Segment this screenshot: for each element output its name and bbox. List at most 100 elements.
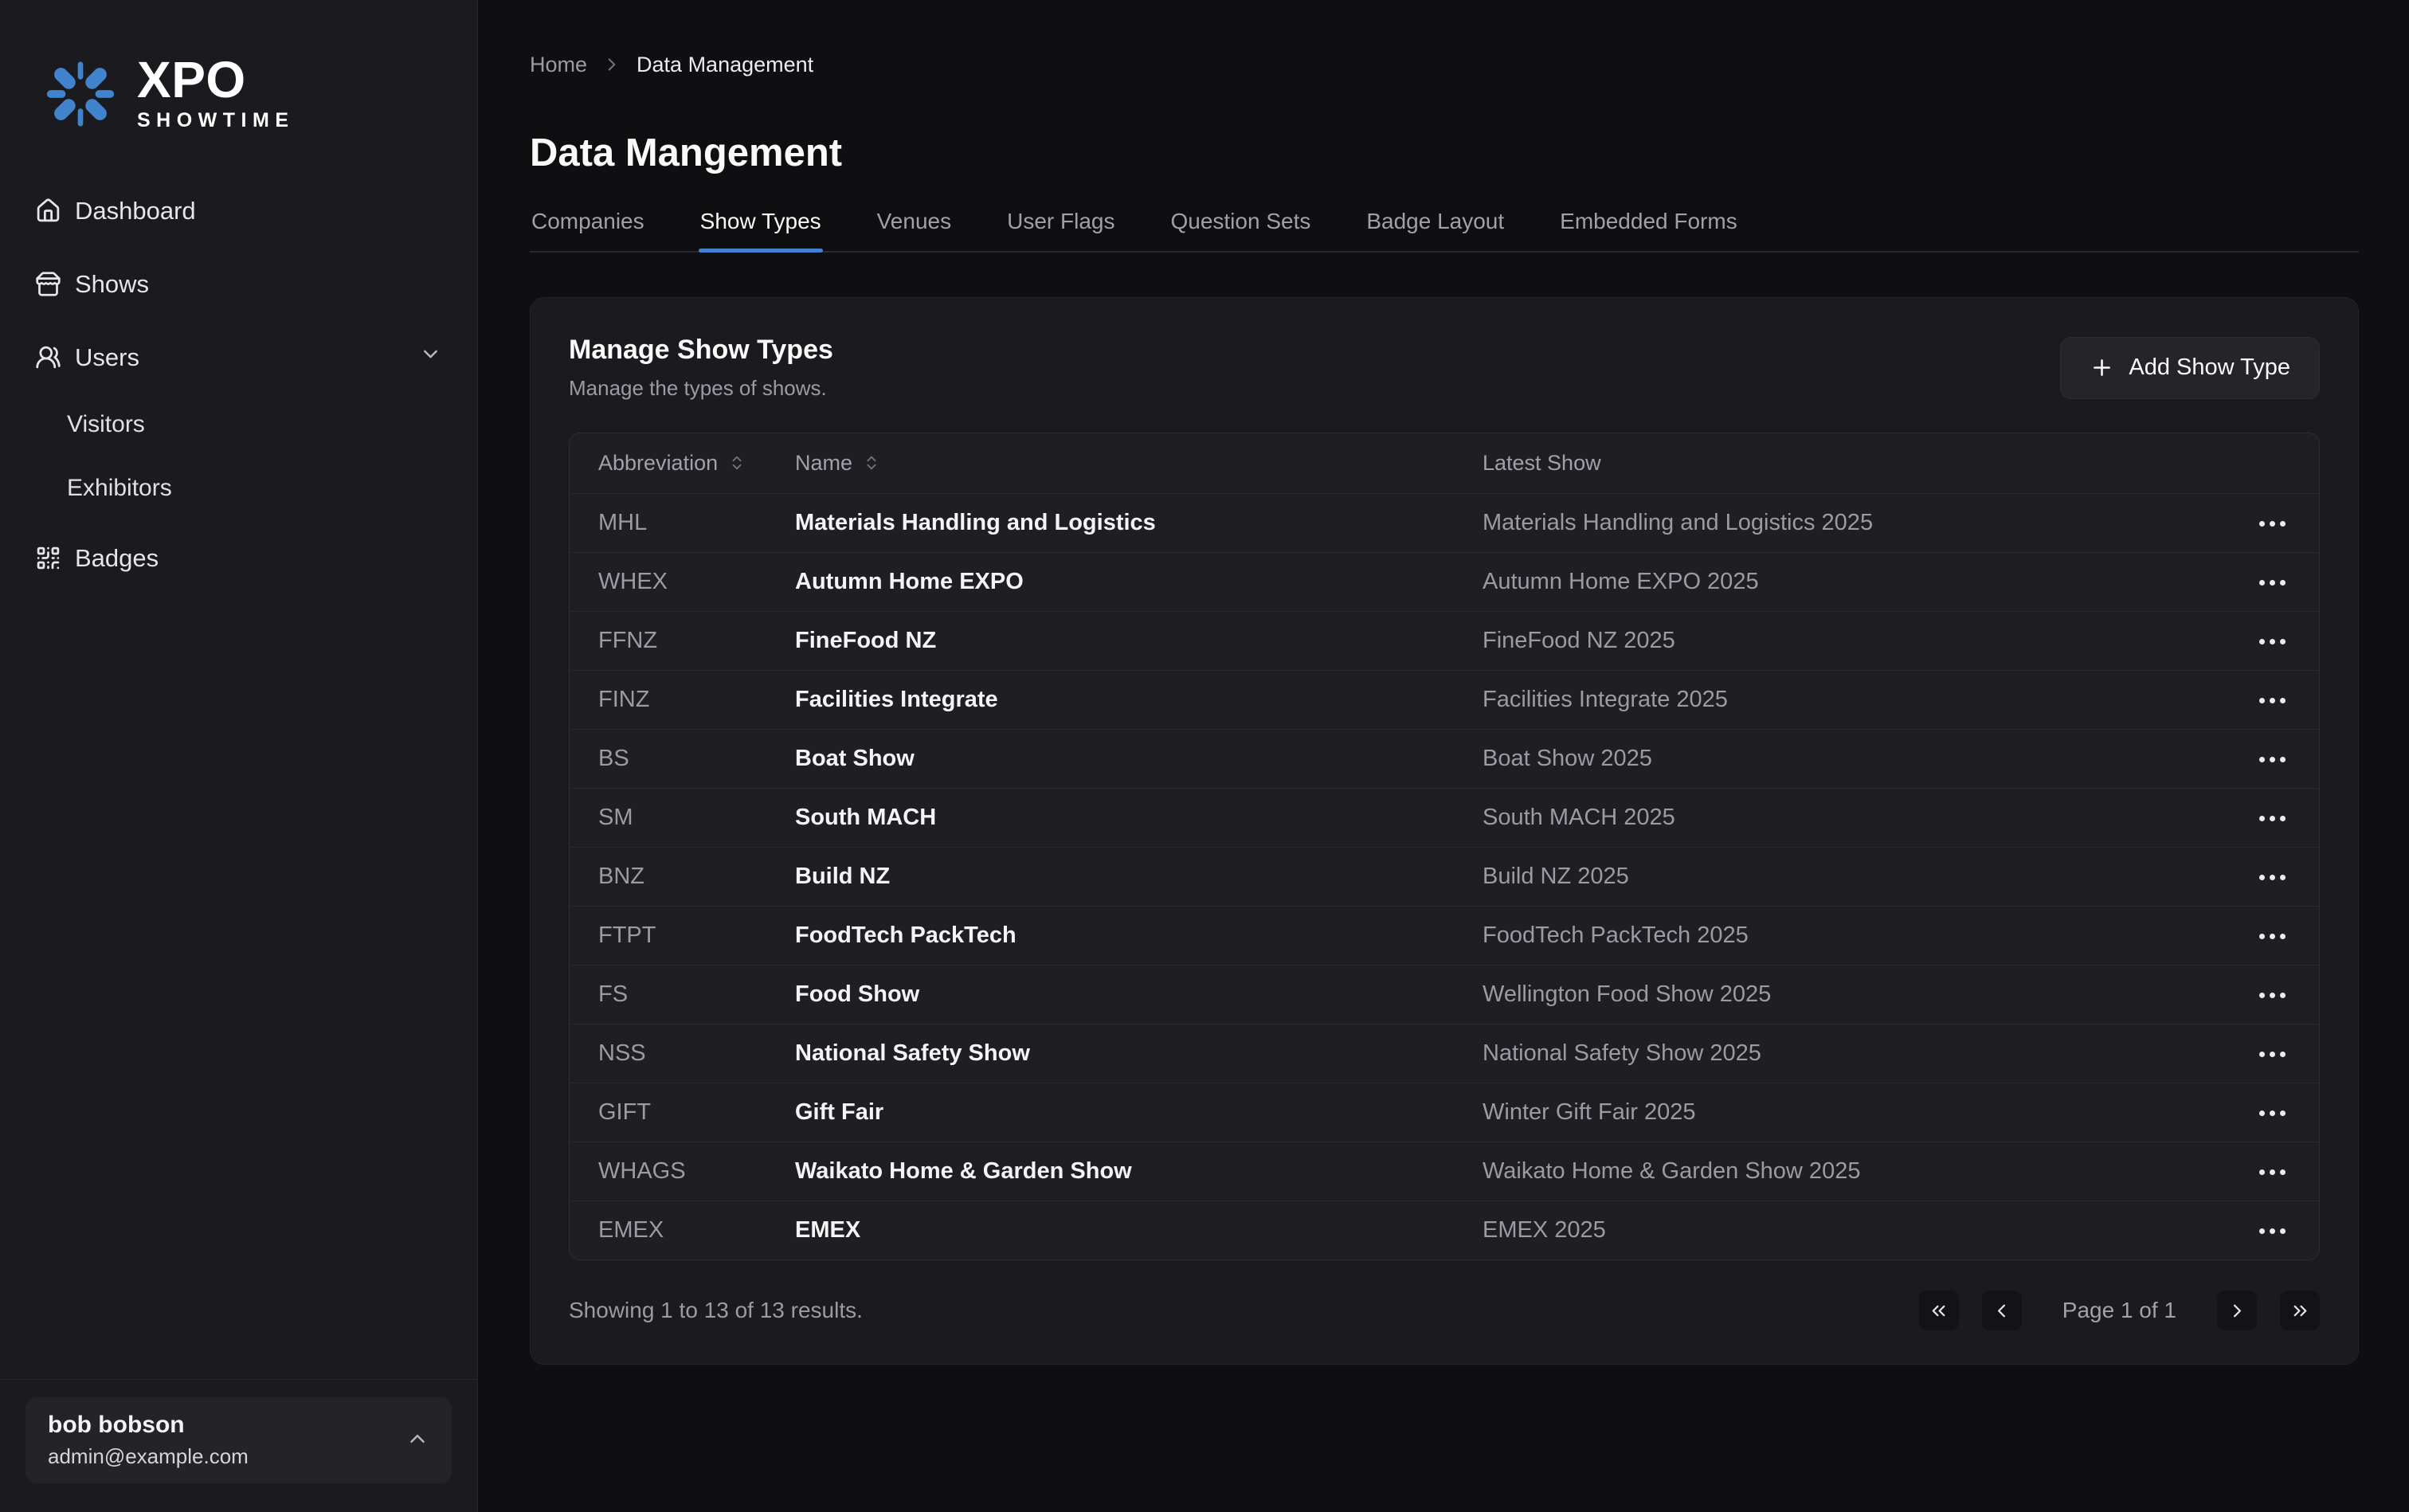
row-actions-button[interactable]	[2246, 977, 2298, 1012]
ellipsis-icon	[2259, 698, 2286, 703]
cell-name: Materials Handling and Logistics	[795, 493, 1483, 552]
cell-actions	[2192, 965, 2319, 1024]
cell-name: Gift Fair	[795, 1083, 1483, 1142]
cell-name: Boat Show	[795, 729, 1483, 788]
logo-title: XPO	[137, 56, 295, 104]
breadcrumb: Home Data Management	[530, 48, 2359, 81]
sidebar-item-dashboard[interactable]: Dashboard	[21, 185, 456, 237]
cell-abbreviation: EMEX	[570, 1201, 795, 1259]
sidebar-item-exhibitors[interactable]: Exhibitors	[53, 464, 456, 513]
row-actions-button[interactable]	[2246, 624, 2298, 658]
cell-latest-show: EMEX 2025	[1483, 1201, 2192, 1259]
row-actions-button[interactable]	[2246, 1213, 2298, 1248]
cell-latest-show: FoodTech PackTech 2025	[1483, 906, 2192, 965]
row-actions-button[interactable]	[2246, 506, 2298, 540]
main-content: Home Data Management Data Mangement Comp…	[479, 0, 2409, 1365]
cell-abbreviation: FFNZ	[570, 611, 795, 670]
tab-companies[interactable]: Companies	[530, 206, 646, 251]
cell-abbreviation: NSS	[570, 1024, 795, 1083]
row-actions-button[interactable]	[2246, 860, 2298, 894]
row-actions-button[interactable]	[2246, 742, 2298, 776]
chevron-down-icon	[419, 343, 442, 372]
cell-latest-show: Facilities Integrate 2025	[1483, 670, 2192, 729]
sidebar-item-badges[interactable]: Badges	[21, 532, 456, 585]
sidebar-footer: bob bobson admin@example.com	[0, 1379, 477, 1512]
page-title: Data Mangement	[530, 131, 2359, 175]
cell-abbreviation: FS	[570, 965, 795, 1024]
cell-latest-show: FineFood NZ 2025	[1483, 611, 2192, 670]
row-actions-button[interactable]	[2246, 1036, 2298, 1071]
add-show-type-button[interactable]: Add Show Type	[2060, 337, 2320, 399]
cell-abbreviation: FTPT	[570, 906, 795, 965]
sidebar-item-shows[interactable]: Shows	[21, 258, 456, 311]
users-icon	[35, 344, 61, 370]
row-actions-button[interactable]	[2246, 683, 2298, 717]
ellipsis-icon	[2259, 816, 2286, 821]
column-header-abbreviation[interactable]: Abbreviation	[570, 433, 795, 493]
tab-badge-layout[interactable]: Badge Layout	[1365, 206, 1506, 251]
add-show-type-label: Add Show Type	[2129, 354, 2290, 381]
breadcrumb-current: Data Management	[637, 53, 813, 77]
column-header-name[interactable]: Name	[795, 433, 1483, 493]
cell-name: Facilities Integrate	[795, 670, 1483, 729]
column-label: Name	[795, 451, 852, 476]
first-page-button[interactable]	[1919, 1291, 1959, 1330]
row-actions-button[interactable]	[2246, 1095, 2298, 1130]
column-label: Latest Show	[1483, 451, 1601, 476]
table-row: FSFood ShowWellington Food Show 2025	[570, 965, 2319, 1024]
cell-latest-show: South MACH 2025	[1483, 788, 2192, 847]
sort-icon	[863, 454, 880, 472]
sidebar-users-submenu: Visitors Exhibitors	[21, 400, 456, 527]
cell-name: Waikato Home & Garden Show	[795, 1142, 1483, 1201]
logo-subtitle: SHOWTIME	[137, 109, 295, 132]
row-actions-button[interactable]	[2246, 1154, 2298, 1189]
chevron-right-icon	[601, 54, 622, 75]
ellipsis-icon	[2259, 934, 2286, 939]
page-indicator: Page 1 of 1	[2062, 1298, 2176, 1323]
user-name: bob bobson	[48, 1412, 249, 1439]
ellipsis-icon	[2259, 521, 2286, 527]
sidebar-item-users[interactable]: Users	[21, 331, 456, 384]
tab-question-sets[interactable]: Question Sets	[1169, 206, 1312, 251]
last-page-button[interactable]	[2280, 1291, 2320, 1330]
sidebar-item-label: Badges	[75, 544, 159, 573]
table-row: GIFTGift FairWinter Gift Fair 2025	[570, 1083, 2319, 1142]
cell-name: Food Show	[795, 965, 1483, 1024]
user-info: bob bobson admin@example.com	[48, 1412, 249, 1469]
next-page-button[interactable]	[2217, 1291, 2257, 1330]
cell-latest-show: Waikato Home & Garden Show 2025	[1483, 1142, 2192, 1201]
card-title: Manage Show Types	[569, 335, 833, 366]
column-header-latest-show: Latest Show	[1483, 433, 2192, 493]
pagination: Page 1 of 1	[1919, 1291, 2320, 1330]
cell-actions	[2192, 847, 2319, 906]
tab-show-types[interactable]: Show Types	[699, 206, 823, 251]
table-row: BNZBuild NZBuild NZ 2025	[570, 847, 2319, 906]
tab-venues[interactable]: Venues	[875, 206, 953, 251]
row-actions-button[interactable]	[2246, 801, 2298, 835]
cell-latest-show: Boat Show 2025	[1483, 729, 2192, 788]
previous-page-button[interactable]	[1982, 1291, 2022, 1330]
table-row: MHLMaterials Handling and LogisticsMater…	[570, 493, 2319, 552]
table-body: MHLMaterials Handling and LogisticsMater…	[570, 493, 2319, 1259]
cell-actions	[2192, 1024, 2319, 1083]
card-subtitle: Manage the types of shows.	[569, 376, 833, 401]
tab-embedded-forms[interactable]: Embedded Forms	[1558, 206, 1739, 251]
ellipsis-icon	[2259, 875, 2286, 880]
cell-abbreviation: GIFT	[570, 1083, 795, 1142]
home-icon	[35, 198, 61, 224]
chevron-left-icon	[1991, 1300, 2012, 1322]
cell-actions	[2192, 729, 2319, 788]
cell-actions	[2192, 1083, 2319, 1142]
row-actions-button[interactable]	[2246, 565, 2298, 599]
ellipsis-icon	[2259, 580, 2286, 586]
tab-user-flags[interactable]: User Flags	[1005, 206, 1116, 251]
cell-name: FineFood NZ	[795, 611, 1483, 670]
breadcrumb-home-link[interactable]: Home	[530, 53, 587, 77]
sidebar-item-visitors[interactable]: Visitors	[53, 400, 456, 449]
store-icon	[35, 271, 61, 297]
app-logo[interactable]: XPO SHOWTIME	[0, 0, 477, 132]
row-actions-button[interactable]	[2246, 919, 2298, 953]
user-menu[interactable]: bob bobson admin@example.com	[25, 1397, 452, 1483]
cell-actions	[2192, 1201, 2319, 1259]
cell-actions	[2192, 788, 2319, 847]
